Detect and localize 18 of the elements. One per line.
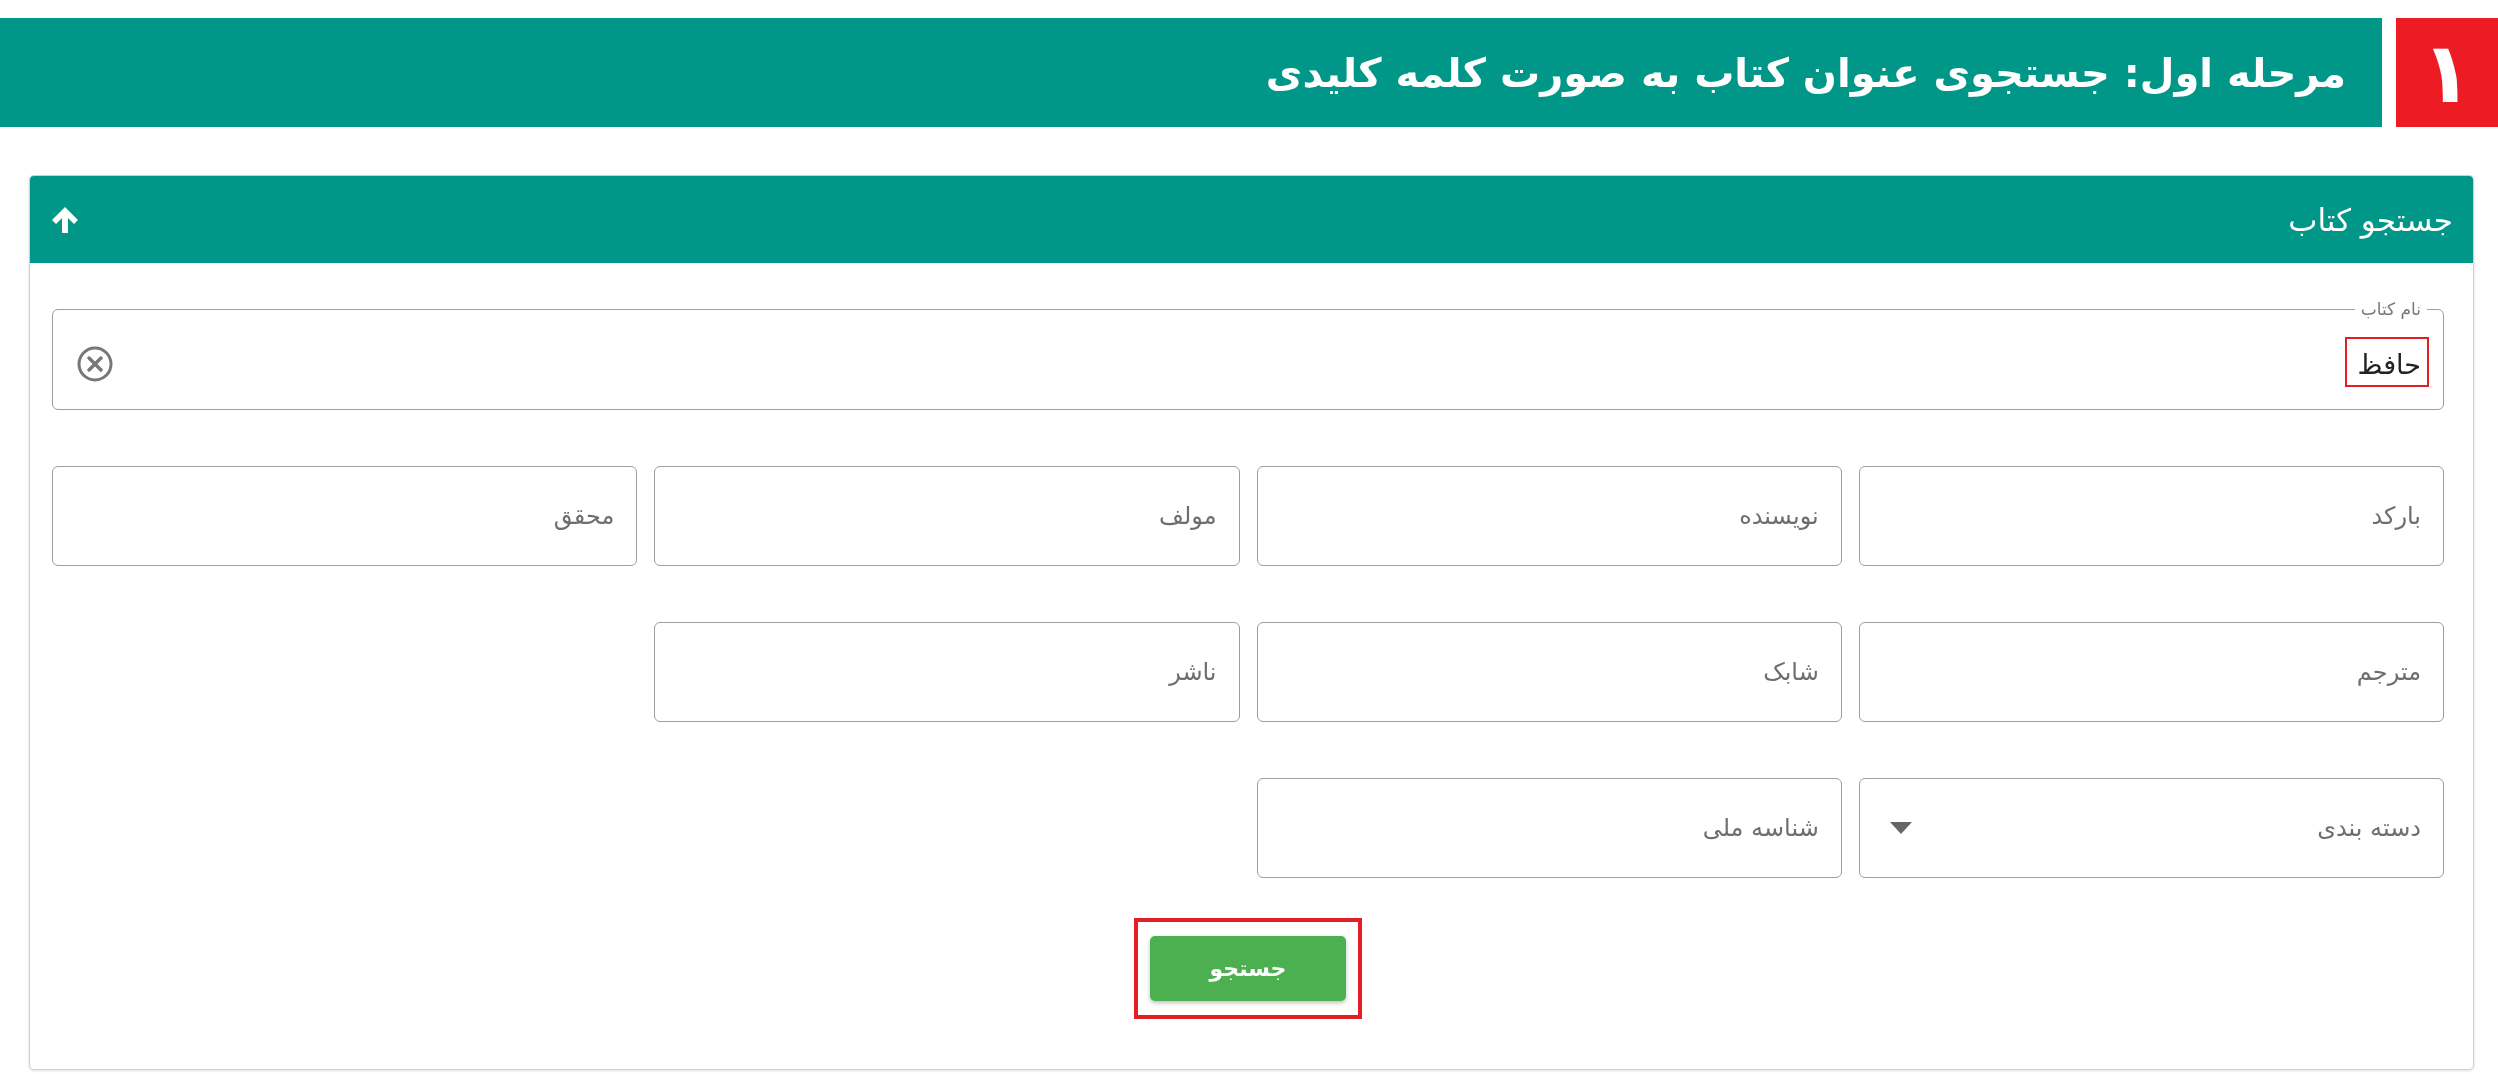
dropdown[interactable]: دسته بندی bbox=[1858, 778, 2444, 879]
input-field[interactable]: نام کتاب حافظ bbox=[52, 299, 2444, 411]
step-number: ۱ bbox=[2396, 18, 2498, 127]
collapse-icon[interactable] bbox=[50, 204, 80, 235]
input-field[interactable]: نویسنده bbox=[1256, 466, 1842, 567]
input-field[interactable]: مترجم bbox=[1858, 622, 2444, 723]
page-title: مرحله اول: جستجوی عنوان کتاب به صورت کلمه کلیدی bbox=[1265, 48, 2346, 99]
search-button[interactable]: جستجو bbox=[1150, 936, 1346, 1002]
input-field[interactable]: بارکد bbox=[1858, 466, 2444, 567]
panel-title: جستجو کتاب bbox=[2288, 201, 2453, 238]
clear-icon[interactable] bbox=[77, 346, 113, 383]
input-field[interactable]: محقق bbox=[52, 466, 638, 567]
field-label: نام کتاب bbox=[2359, 299, 2422, 320]
input-field[interactable]: مولف bbox=[654, 466, 1240, 567]
input-field[interactable]: ناشر bbox=[654, 622, 1240, 723]
input-field[interactable]: شابک bbox=[1256, 622, 1842, 723]
input-field[interactable]: شناسه ملی bbox=[1256, 778, 1842, 879]
caret-icon bbox=[1889, 822, 1912, 835]
